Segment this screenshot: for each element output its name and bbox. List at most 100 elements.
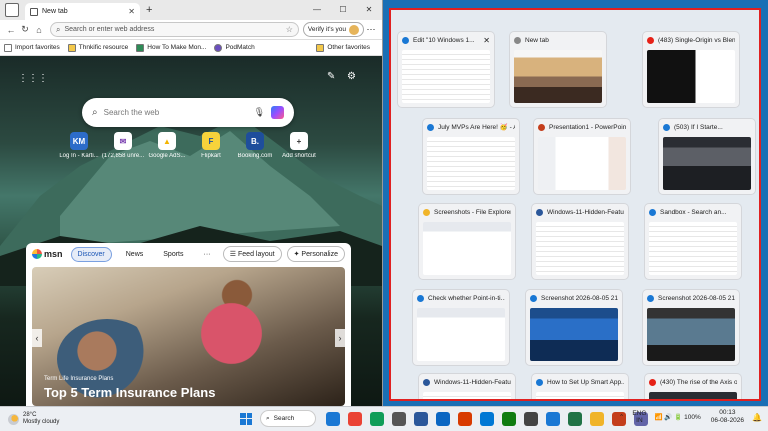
carousel-next-icon[interactable]: › xyxy=(335,329,345,347)
favorite-label: Thnkific resource xyxy=(78,44,129,51)
taskbar-app-icon[interactable] xyxy=(458,411,472,426)
window-thumbnail-card[interactable]: July MVPs Are Here! 🥳 - AI Au... xyxy=(423,119,519,194)
taskbar-app-icon[interactable] xyxy=(546,411,560,426)
window-thumbnail-card[interactable]: Check whether Point-in-ti... xyxy=(413,290,509,365)
favorite-item-import[interactable]: Import favorites xyxy=(4,43,60,52)
more-options-icon[interactable]: ⋯ xyxy=(364,24,378,35)
shortcut-flipkart[interactable]: F Flipkart xyxy=(189,132,233,159)
shortcut-google-ads[interactable]: ▲ Google AdS... xyxy=(145,132,189,159)
web-search-box[interactable]: ⌕ Search the web 🎙 xyxy=(82,98,294,127)
card-title: Windows-11-Hidden-Featu... xyxy=(547,208,624,216)
taskbar-app-icon[interactable] xyxy=(568,411,582,426)
taskbar-app-icon[interactable] xyxy=(502,411,516,426)
favorite-item-thnkific[interactable]: Thnkific resource xyxy=(67,43,129,52)
taskbar-app-icon[interactable] xyxy=(524,411,538,426)
close-icon[interactable]: ✕ xyxy=(483,36,490,45)
window-thumbnail-card[interactable]: Screenshot 2026-08-05 21... xyxy=(526,290,622,365)
taskbar-app-icon[interactable] xyxy=(480,411,494,426)
hero-article[interactable]: ‹ › Term Life Insurance Plans Top 5 Term… xyxy=(32,267,345,406)
taskbar-app-icon[interactable] xyxy=(348,411,362,426)
new-tab-button[interactable]: + xyxy=(146,4,152,16)
taskbar-app-icon[interactable] xyxy=(590,411,604,426)
flipkart-icon: F xyxy=(202,132,220,150)
clock-time: 00:13 xyxy=(719,409,736,416)
tab-discover[interactable]: Discover xyxy=(70,246,112,262)
snap-assist-panel: Edit "10 Windows 1... ✕ New tab (483) Singl… xyxy=(389,8,761,401)
maximize-button[interactable]: ☐ xyxy=(330,0,356,20)
taskbar-app-icon[interactable] xyxy=(370,411,384,426)
verify-profile-button[interactable]: Verify it's you xyxy=(302,22,364,37)
tab-new-tab[interactable]: New tab ✕ xyxy=(25,3,140,20)
window-thumbnail-card[interactable]: Sandbox - Search an... xyxy=(645,204,741,279)
shortcut-mail[interactable]: ✉ (172,858 unre... xyxy=(101,132,145,159)
close-button[interactable]: ✕ xyxy=(356,0,382,20)
clock[interactable]: 00:13 06-08-2026 xyxy=(711,409,744,425)
app-icon xyxy=(536,208,543,216)
favorite-item-podmatch[interactable]: PodMatch xyxy=(214,43,255,52)
window-thumbnail-card[interactable]: Windows-11-Hidden-Featu... xyxy=(532,204,628,279)
home-icon[interactable]: ⌂ xyxy=(32,25,46,35)
window-thumbnail-card[interactable]: Edit "10 Windows 1... ✕ xyxy=(398,32,494,107)
gear-icon[interactable]: ⚙ xyxy=(347,71,356,82)
other-favorites[interactable]: Other favorites xyxy=(316,43,370,52)
card-header: Windows-11-Hidden-Featu... xyxy=(419,374,515,390)
personalize-label: Personalize xyxy=(301,250,338,258)
tab-news[interactable]: News xyxy=(120,248,150,261)
card-title: Windows-11-Hidden-Featu... xyxy=(434,378,511,386)
refresh-icon[interactable]: ↻ xyxy=(18,24,32,35)
tab-sports[interactable]: Sports xyxy=(157,248,189,261)
copilot-icon[interactable] xyxy=(271,106,284,119)
card-header: (503) If I Starte... xyxy=(659,119,755,135)
feed-layout-button[interactable]: ☰ Feed layout xyxy=(222,246,282,262)
window-preview xyxy=(514,50,602,103)
window-thumbnail-card[interactable]: (483) Single-Origin vs Blend Co... xyxy=(643,32,739,107)
taskbar-search[interactable]: ⌕ Search xyxy=(260,410,316,427)
msn-logo[interactable]: msn xyxy=(32,249,63,259)
shortcut-label: Google AdS... xyxy=(148,153,186,159)
app-icon xyxy=(423,208,430,216)
taskbar-app-icon[interactable] xyxy=(414,411,428,426)
workspaces-icon[interactable] xyxy=(5,3,19,17)
carousel-prev-icon[interactable]: ‹ xyxy=(32,329,42,347)
window-preview xyxy=(649,392,737,399)
weather-widget[interactable]: 28°C Mostly cloudy xyxy=(8,412,98,426)
more-tabs-button[interactable]: ··· xyxy=(198,248,217,261)
personalize-button[interactable]: ✦ Personalize xyxy=(286,246,345,262)
notification-bell-icon[interactable]: 🔔 xyxy=(752,413,762,422)
start-button[interactable] xyxy=(240,412,252,425)
favorite-item-how-to-make[interactable]: How To Make Mon... xyxy=(136,43,206,52)
hero-headline[interactable]: Top 5 Term Insurance Plans xyxy=(44,385,215,400)
window-thumbnail-card[interactable]: Windows-11-Hidden-Featu... xyxy=(419,374,515,399)
shortcut-label: Add shortcut xyxy=(282,153,316,159)
card-title: (483) Single-Origin vs Blend Co... xyxy=(658,36,735,44)
language-indicator[interactable]: ENG IN xyxy=(632,410,646,424)
window-controls: — ☐ ✕ xyxy=(304,0,382,20)
shortcut-kartik[interactable]: KM Log In - Karti... xyxy=(57,132,101,159)
add-shortcut-button[interactable]: + Add shortcut xyxy=(277,132,321,159)
back-icon[interactable]: ← xyxy=(4,25,18,35)
taskbar-app-icon[interactable] xyxy=(326,411,340,426)
window-thumbnail-card[interactable]: (430) The rise of the Axis o... xyxy=(645,374,741,399)
window-thumbnail-card[interactable]: Screenshot 2026-08-05 21... xyxy=(643,290,739,365)
taskbar-app-icon[interactable] xyxy=(436,411,450,426)
window-thumbnail-card[interactable]: Screenshots - File Explorer xyxy=(419,204,515,279)
card-header: Screenshot 2026-08-05 21... xyxy=(526,290,622,306)
card-title: Check whether Point-in-ti... xyxy=(428,294,505,302)
quick-settings[interactable]: 📶 🔊 🔋 100% xyxy=(654,413,700,421)
window-thumbnail-card[interactable]: (503) If I Starte... xyxy=(659,119,755,194)
minimize-button[interactable]: — xyxy=(304,0,330,20)
microphone-icon[interactable]: 🎙 xyxy=(254,107,265,118)
shortcut-booking[interactable]: B. Booking.com xyxy=(233,132,277,159)
taskbar-app-icon[interactable] xyxy=(392,411,406,426)
window-thumbnail-card[interactable]: Presentation1 - PowerPoint xyxy=(534,119,630,194)
tab-close-icon[interactable]: ✕ xyxy=(128,7,135,16)
favorite-star-icon[interactable]: ☆ xyxy=(286,25,293,34)
app-icon xyxy=(417,294,424,302)
window-thumbnail-card[interactable]: How to Set Up Smart App... xyxy=(532,374,628,399)
window-thumbnail-card[interactable]: New tab xyxy=(510,32,606,107)
chevron-up-icon[interactable]: ⌃ xyxy=(619,413,624,421)
edit-icon[interactable]: ✎ xyxy=(327,71,335,82)
folder-icon xyxy=(316,43,325,52)
apps-grid-icon[interactable]: ⋮⋮⋮ xyxy=(18,73,48,84)
address-input[interactable]: ⌕ Search or enter web address ☆ xyxy=(50,22,299,37)
